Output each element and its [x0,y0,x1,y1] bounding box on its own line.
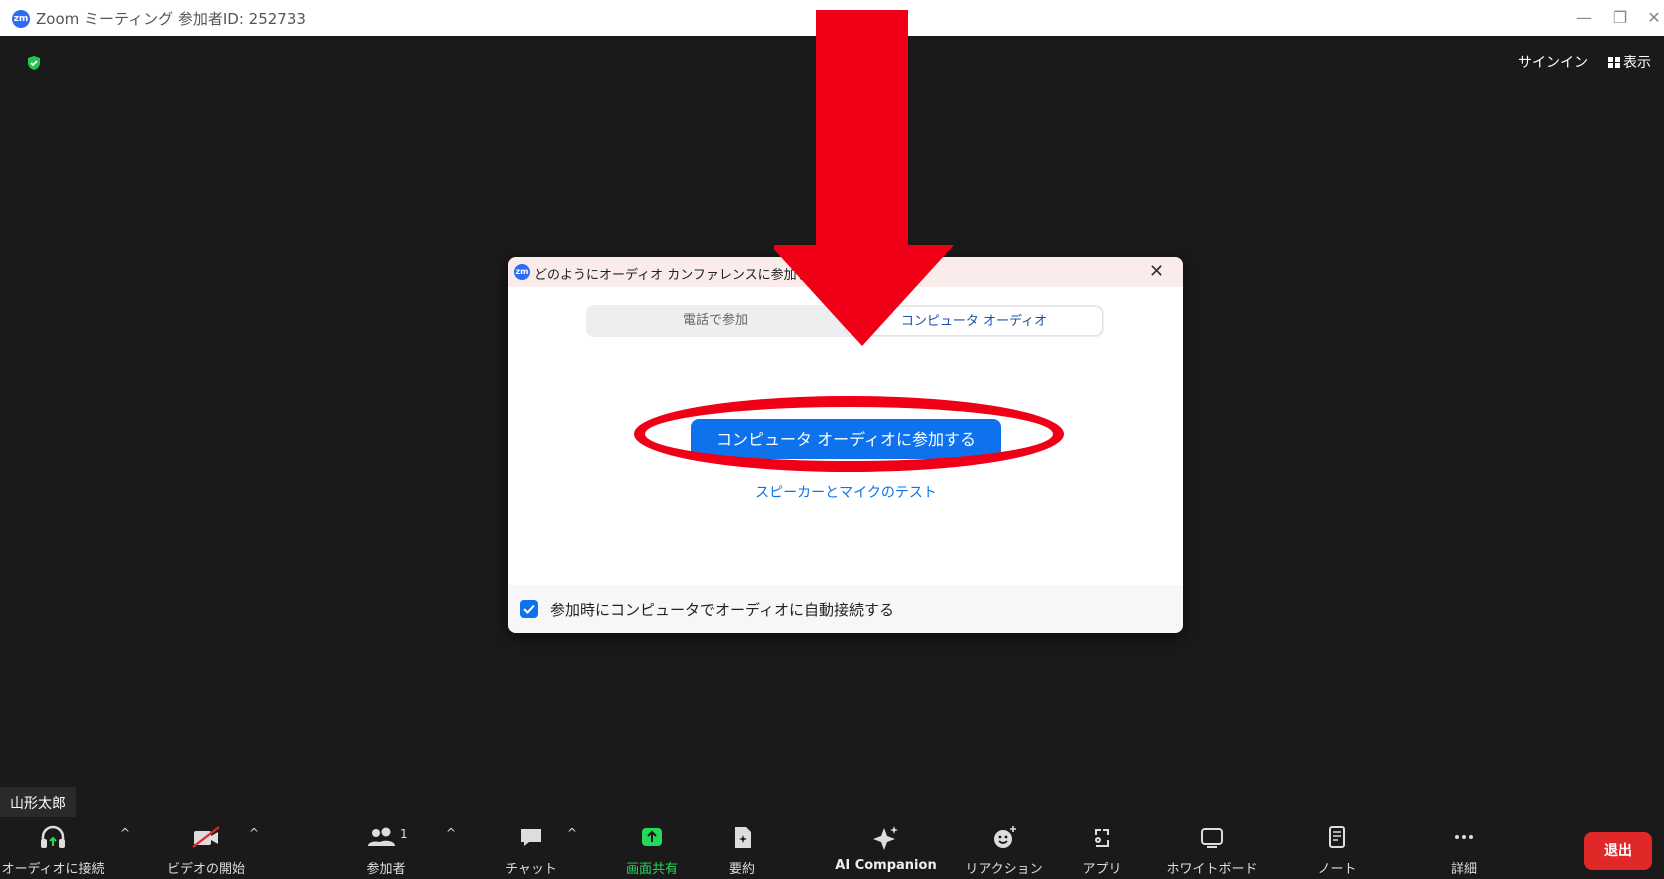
start-video-label: ビデオの開始 [166,862,245,877]
apps-label: アプリ [1082,862,1122,877]
annotation-arrow-icon [774,10,954,346]
connect-audio-label: オーディオに接続 [1,862,105,877]
chat-icon [521,829,541,846]
auto-connect-label[interactable]: 参加時にコンピュータでオーディオに自動接続する [550,599,894,620]
more-button[interactable]: 詳細 [1434,818,1494,879]
summary-label: 要約 [728,862,755,877]
zoom-logo-icon: zm [514,264,530,280]
summary-icon [735,827,751,848]
ai-companion-icon [873,826,898,850]
reaction-button[interactable]: リアクション [956,818,1052,879]
notes-label: ノート [1317,862,1357,877]
participants-options-caret[interactable]: ^ [444,826,458,840]
whiteboard-label: ホワイトボード [1166,862,1258,877]
ai-companion-button[interactable]: AI Companion [826,818,946,879]
video-off-icon [192,826,220,848]
share-screen-button[interactable]: 画面共有 [612,818,692,879]
reaction-label: リアクション [965,862,1043,877]
test-speaker-mic-link[interactable]: スピーカーとマイクのテスト [691,482,1001,502]
headphones-icon [41,825,65,848]
apps-button[interactable]: アプリ [1064,818,1140,879]
security-shield-icon[interactable] [26,55,42,71]
meeting-toolbar: オーディオに接続 ^ ビデオの開始 ^ 1 参加者 ^ チャット ^ 画面共有 … [0,818,1664,879]
video-options-caret[interactable]: ^ [247,826,261,840]
share-screen-icon [642,828,662,846]
annotation-ellipse [634,396,1064,472]
checkmark-icon [523,604,535,614]
view-label: 表示 [1623,55,1651,71]
view-button[interactable]: 表示 [1608,52,1651,72]
chat-button[interactable]: チャット [496,818,566,879]
notes-icon [1329,826,1345,848]
zoom-logo-icon: zm [12,10,30,28]
signin-button[interactable]: サインイン [1518,52,1588,72]
dialog-footer: 参加時にコンピュータでオーディオに自動接続する [508,585,1183,633]
participants-icon: 1 [368,827,408,846]
reaction-icon [994,826,1016,848]
chat-label: チャット [505,862,557,877]
whiteboard-button[interactable]: ホワイトボード [1152,818,1272,879]
participants-button[interactable]: 1 参加者 [346,818,426,879]
participant-name-tag: 山形太郎 [0,787,76,817]
chat-options-caret[interactable]: ^ [565,826,579,840]
auto-connect-checkbox[interactable] [520,600,538,618]
window-title: Zoom ミーティング 参加者ID: 252733 [36,10,306,28]
more-icon [1455,835,1473,839]
close-window-button[interactable]: ✕ [1634,6,1664,30]
ai-companion-label: AI Companion [835,858,937,873]
summary-button[interactable]: 要約 [712,818,772,879]
apps-icon [1095,829,1109,847]
share-screen-label: 画面共有 [625,862,678,877]
grid-view-icon [1608,57,1620,68]
connect-audio-button[interactable]: オーディオに接続 [0,818,106,879]
audio-options-caret[interactable]: ^ [118,826,132,840]
dialog-close-button[interactable]: ✕ [1149,261,1164,282]
whiteboard-icon [1201,828,1223,848]
leave-meeting-button[interactable]: 退出 [1584,832,1652,870]
more-label: 詳細 [1450,862,1477,877]
minimize-button[interactable]: — [1564,6,1604,30]
notes-button[interactable]: ノート [1302,818,1372,879]
participant-count: 1 [400,827,408,841]
start-video-button[interactable]: ビデオの開始 [158,818,254,879]
participants-label: 参加者 [366,862,406,877]
